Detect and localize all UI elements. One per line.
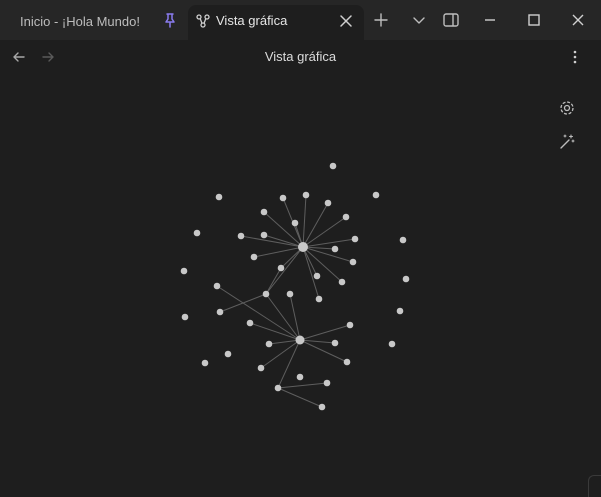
window-close-icon[interactable] [569, 11, 587, 29]
graph-node[interactable] [372, 191, 380, 199]
graph-node[interactable] [250, 253, 258, 261]
graph-node[interactable] [331, 339, 339, 347]
graph-node[interactable] [260, 231, 268, 239]
graph-node[interactable] [351, 235, 359, 243]
title-bar: Inicio - ¡Hola Mundo! Vista gráfica [0, 0, 601, 40]
graph-node[interactable] [331, 245, 339, 253]
graph-node[interactable] [277, 264, 285, 272]
chevron-down-icon[interactable] [410, 11, 428, 29]
graph-node[interactable] [313, 272, 321, 280]
graph-node[interactable] [315, 295, 323, 303]
graph-node[interactable] [338, 278, 346, 286]
graph-node[interactable] [298, 242, 308, 252]
graph-node[interactable] [193, 229, 201, 237]
view-header: Vista gráfica [0, 40, 601, 74]
graph-node[interactable] [279, 194, 287, 202]
graph-node[interactable] [246, 319, 254, 327]
graph-edge [277, 387, 323, 408]
graph-node[interactable] [201, 359, 209, 367]
graph-edge [277, 382, 328, 389]
close-icon[interactable] [339, 14, 353, 28]
graph-node[interactable] [302, 191, 310, 199]
graph-node[interactable] [286, 290, 294, 298]
graph-node[interactable] [402, 275, 410, 283]
graph-node[interactable] [388, 340, 396, 348]
minimize-icon[interactable] [481, 11, 499, 29]
graph-edge [302, 246, 354, 263]
tab-vista-grafica[interactable]: Vista gráfica [188, 5, 364, 40]
graph-node[interactable] [349, 258, 357, 266]
graph-node[interactable] [346, 321, 354, 329]
graph-edge [253, 246, 304, 258]
sidebar-toggle-icon[interactable] [442, 11, 460, 29]
graph-node[interactable] [295, 335, 305, 345]
tab-label: Vista gráfica [216, 13, 288, 28]
graph-edge [299, 324, 351, 341]
graph-edge [265, 267, 282, 295]
graph-node[interactable] [215, 193, 223, 201]
graph-node[interactable] [343, 358, 351, 366]
graph-node[interactable] [323, 379, 331, 387]
graph-edge [299, 339, 348, 363]
graph-node[interactable] [329, 162, 337, 170]
graph-node[interactable] [274, 384, 282, 392]
graph-node[interactable] [181, 313, 189, 321]
graph-edge [302, 194, 307, 248]
graph-node[interactable] [399, 236, 407, 244]
graph-node[interactable] [216, 308, 224, 316]
graph-node[interactable] [262, 290, 270, 298]
graph-node[interactable] [396, 307, 404, 315]
view-title: Vista gráfica [264, 49, 337, 64]
graph-node[interactable] [224, 350, 232, 358]
graph-edge [302, 238, 356, 248]
graph-node[interactable] [291, 219, 299, 227]
tab-label: Inicio - ¡Hola Mundo! [20, 13, 140, 29]
resize-corner [588, 475, 601, 497]
graph-edge [302, 216, 347, 248]
graph-edge [265, 246, 304, 295]
more-vertical-icon[interactable] [567, 49, 583, 65]
graph-node[interactable] [324, 199, 332, 207]
graph-edge [249, 322, 301, 341]
graph-node[interactable] [213, 282, 221, 290]
graph-node[interactable] [180, 267, 188, 275]
graph-node[interactable] [237, 232, 245, 240]
graph-edge [302, 202, 329, 248]
graph-node[interactable] [342, 213, 350, 221]
graph-icon [196, 14, 210, 28]
pin-icon[interactable] [162, 12, 178, 28]
graph-node[interactable] [265, 340, 273, 348]
graph-node[interactable] [257, 364, 265, 372]
graph-edge [277, 339, 301, 389]
plus-icon[interactable] [372, 11, 390, 29]
tab-inicio[interactable]: Inicio - ¡Hola Mundo! [8, 6, 180, 36]
maximize-icon[interactable] [525, 11, 543, 29]
graph-node[interactable] [318, 403, 326, 411]
graph-canvas[interactable] [0, 74, 601, 474]
graph-node[interactable] [260, 208, 268, 216]
graph-node[interactable] [296, 373, 304, 381]
